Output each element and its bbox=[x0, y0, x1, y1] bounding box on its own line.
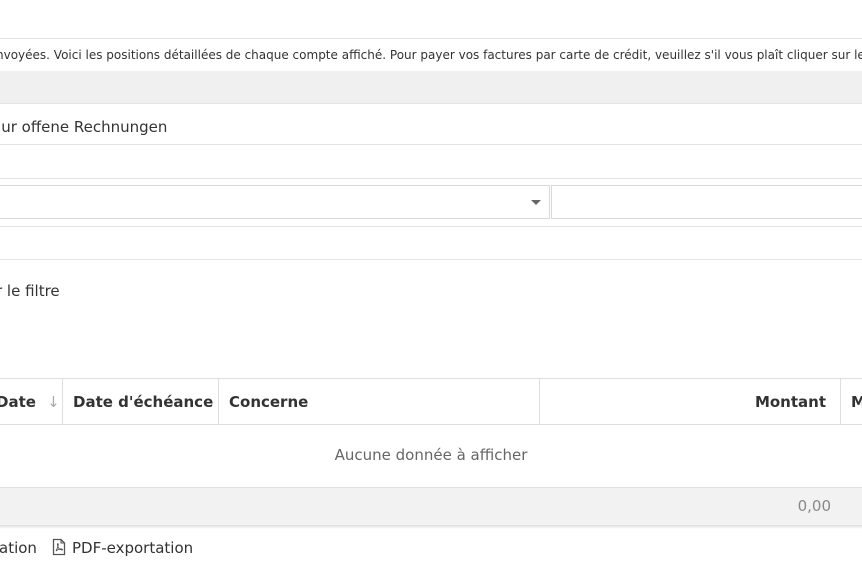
column-header-date[interactable]: Date ↓ bbox=[0, 379, 62, 425]
section-header-band bbox=[0, 71, 862, 104]
column-header-due-date[interactable]: Date d'échéance bbox=[73, 379, 218, 425]
grid-header: Date ↓ Date d'échéance Concerne Montant … bbox=[0, 378, 862, 425]
column-separator bbox=[218, 379, 219, 425]
chevron-down-icon[interactable] bbox=[531, 200, 541, 205]
export-other-link[interactable]: ation bbox=[0, 538, 37, 558]
grid-shadow bbox=[0, 526, 862, 529]
column-header-concerns[interactable]: Concerne bbox=[229, 379, 539, 425]
apply-filter-link[interactable]: r le filtre bbox=[0, 282, 60, 300]
filter-text-input[interactable] bbox=[551, 185, 862, 219]
filter-row-empty bbox=[0, 145, 862, 179]
grid-empty-message: Aucune donnée à afficher bbox=[334, 446, 528, 464]
info-notice-text: nvoyées. Voici les positions détaillées … bbox=[0, 48, 862, 62]
arrow-down-icon: ↓ bbox=[47, 393, 60, 411]
column-date-label: Date bbox=[0, 393, 36, 411]
column-separator bbox=[840, 379, 841, 425]
pdf-export-link[interactable]: PDF-exportation bbox=[72, 538, 193, 558]
column-amount-label: Montant bbox=[754, 393, 826, 411]
open-only-label[interactable]: Nur offene Rechnungen bbox=[0, 118, 167, 136]
filter-select[interactable] bbox=[0, 185, 550, 219]
column-due-date-label: Date d'échéance bbox=[73, 393, 214, 411]
top-strip bbox=[0, 0, 862, 38]
column-concerns-label: Concerne bbox=[229, 393, 309, 411]
column-more-label: M bbox=[851, 393, 862, 411]
pdf-icon[interactable] bbox=[52, 538, 66, 556]
filter-row-open-only[interactable]: Nur offene Rechnungen bbox=[0, 104, 862, 145]
grid-total-amount: 0,00 bbox=[797, 497, 831, 515]
column-separator bbox=[62, 379, 63, 425]
column-header-more[interactable]: M bbox=[851, 379, 862, 425]
info-notice: nvoyées. Voici les positions détaillées … bbox=[0, 38, 862, 72]
filter-row-empty-2 bbox=[0, 226, 862, 260]
column-header-amount[interactable]: Montant bbox=[540, 379, 840, 425]
grid-footer: 0,00 bbox=[0, 487, 862, 526]
